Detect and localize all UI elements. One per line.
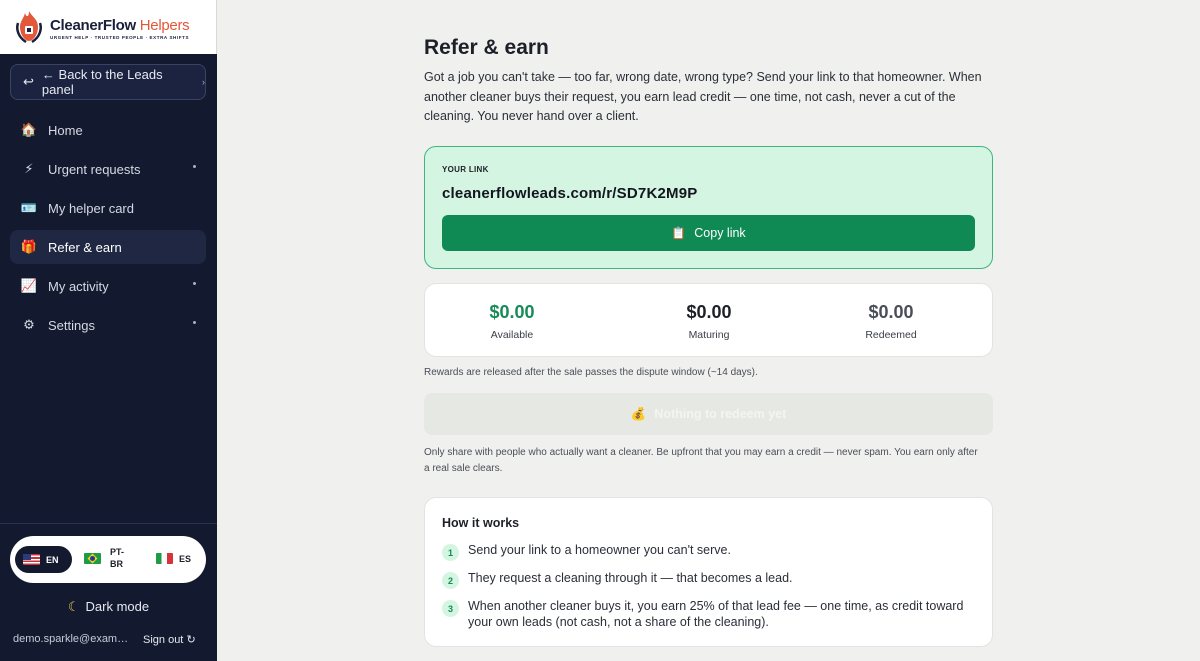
sidebar-item-urgent-requests[interactable]: ⚡ Urgent requests <box>10 152 206 186</box>
back-to-leads-button[interactable]: ↩ ← Back to the Leads panel › <box>10 64 206 100</box>
step-number: 1 <box>442 544 459 561</box>
logo-icon <box>16 11 42 44</box>
step-number: 3 <box>442 600 459 617</box>
how-it-works-title: How it works <box>442 516 520 530</box>
sidebar-item-label: Refer & earn <box>48 239 122 255</box>
sidebar-item-home[interactable]: 🏠 Home <box>10 113 206 147</box>
step-text: When another cleaner buys it, you earn 2… <box>468 599 964 629</box>
earnings-stats-card: $0.00 Available $0.00 Maturing $0.00 Red… <box>424 283 993 357</box>
stat-label: Available <box>490 329 534 341</box>
stat-maturing: $0.00 Maturing <box>639 302 779 341</box>
submenu-dot-icon <box>193 282 196 285</box>
sidebar-item-my-helper-card[interactable]: 🪪 My helper card <box>10 191 206 225</box>
language-switcher: EN PT-BR ES <box>10 536 206 583</box>
how-it-works-card: How it works 1 Send your link to a homeo… <box>424 497 993 647</box>
submenu-dot-icon <box>193 321 196 324</box>
stat-amount: $0.00 <box>489 302 535 322</box>
sidebar-divider <box>0 523 217 524</box>
step-item: 3 When another cleaner buys it, you earn… <box>442 598 982 630</box>
sidebar-item-settings[interactable]: ⚙ Settings <box>10 308 206 342</box>
flag-icon <box>156 553 173 564</box>
dark-mode-toggle[interactable]: ☾ Dark mode <box>0 599 217 615</box>
brazil-flag-icon <box>84 552 101 564</box>
house-icon: 🏠 <box>20 122 38 137</box>
sign-out-button[interactable]: Sign out ↻ <box>143 633 196 646</box>
gift-icon: 🎁 <box>20 239 38 254</box>
account-email: demo.sparkle@exampl... <box>13 633 131 645</box>
stat-available: $0.00 Available <box>442 302 582 341</box>
sidebar: CleanerFlow Helpers URGENT HELP · TRUSTE… <box>0 0 217 661</box>
brand-tagline: URGENT HELP · TRUSTED PEOPLE · EXTRA SHI… <box>50 35 190 40</box>
sidebar-item-label: My activity <box>48 278 109 294</box>
stat-label: Redeemed <box>865 329 917 341</box>
chart-icon: 📈 <box>20 278 38 293</box>
gear-icon: ⚙ <box>23 317 35 332</box>
return-icon: ↩ <box>23 74 34 89</box>
stat-redeemed: $0.00 Redeemed <box>821 302 961 341</box>
us-flag-icon <box>23 554 40 565</box>
language-option-es[interactable]: ES <box>156 553 191 564</box>
referral-url[interactable]: cleanerflowleads.com/r/SD7K2M9P <box>442 185 697 202</box>
release-note: Rewards are released after the sale pass… <box>424 367 758 378</box>
back-to-leads-label: ← Back to the Leads panel <box>41 67 163 97</box>
language-option-en[interactable]: EN <box>15 546 72 573</box>
stat-amount: $0.00 <box>686 302 732 322</box>
language-option-pt-br[interactable]: PT-BR <box>84 546 130 570</box>
submenu-dot-icon <box>193 165 196 168</box>
referral-link-card: YOUR LINK cleanerflowleads.com/r/SD7K2M9… <box>424 146 993 269</box>
intro-text: Got a job you can't take — too far, wron… <box>424 70 982 123</box>
step-number: 2 <box>442 572 459 589</box>
sidebar-item-label: Urgent requests <box>48 161 141 177</box>
step-text: Send your link to a homeowner you can't … <box>468 543 731 557</box>
sidebar-item-label: Settings <box>48 317 95 333</box>
sidebar-item-refer-and-earn[interactable]: 🎁 Refer & earn <box>10 230 206 264</box>
lightning-icon: ⚡ <box>24 161 34 176</box>
brand-name: CleanerFlow Helpers <box>50 17 190 34</box>
sidebar-item-label: My helper card <box>48 200 134 216</box>
money-bag-icon: 💰 <box>630 406 647 421</box>
stat-label: Maturing <box>688 329 730 341</box>
moon-icon: ☾ <box>67 599 80 614</box>
page-title: Refer & earn <box>424 36 549 59</box>
chevron-right-icon: › <box>202 77 205 87</box>
clipboard-icon: 📋 <box>671 226 687 240</box>
sidebar-item-label: Home <box>48 122 83 138</box>
sign-out-icon: ↻ <box>186 634 196 646</box>
brand-header[interactable]: CleanerFlow Helpers URGENT HELP · TRUSTE… <box>0 0 217 54</box>
stat-amount: $0.00 <box>868 302 914 322</box>
step-item: 2 They request a cleaning through it — t… <box>442 570 982 589</box>
step-item: 1 Send your link to a homeowner you can'… <box>442 542 982 561</box>
id-card-icon: 🪪 <box>20 200 38 215</box>
redeem-button[interactable]: 💰 Nothing to redeem yet <box>424 393 993 435</box>
sidebar-item-my-activity[interactable]: 📈 My activity <box>10 269 206 303</box>
copy-link-button[interactable]: 📋 Copy link <box>442 215 975 251</box>
link-label: YOUR LINK <box>442 165 489 174</box>
step-text: They request a cleaning through it — tha… <box>468 571 793 585</box>
share-guidelines-note: Only share with people who actually want… <box>424 447 978 474</box>
